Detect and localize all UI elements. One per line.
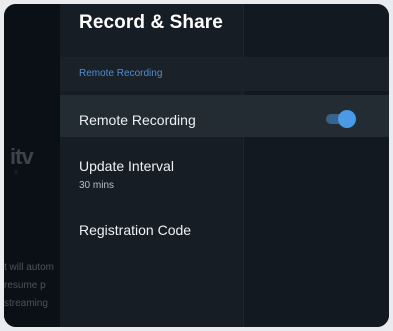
background-app: itv X t will autom resume p streaming	[4, 4, 60, 327]
background-logo-sub: X	[14, 170, 23, 176]
background-text: streaming	[4, 298, 48, 309]
registration-code-item[interactable]: Registration Code	[79, 222, 191, 238]
settings-detail-pane	[243, 4, 389, 327]
background-logo: itv	[10, 144, 34, 169]
remote-recording-toggle[interactable]	[324, 109, 356, 129]
background-text: resume p	[4, 280, 46, 291]
update-interval-item[interactable]: Update Interval	[79, 158, 174, 174]
toggle-thumb	[338, 110, 356, 128]
page-title: Record & Share	[79, 12, 223, 33]
screen: itv X t will autom resume p streaming Re…	[4, 4, 389, 327]
background-text: t will autom	[4, 262, 55, 273]
section-header: Remote Recording	[79, 68, 163, 79]
remote-recording-label: Remote Recording	[79, 112, 196, 128]
update-interval-value: 30 mins	[79, 180, 115, 191]
